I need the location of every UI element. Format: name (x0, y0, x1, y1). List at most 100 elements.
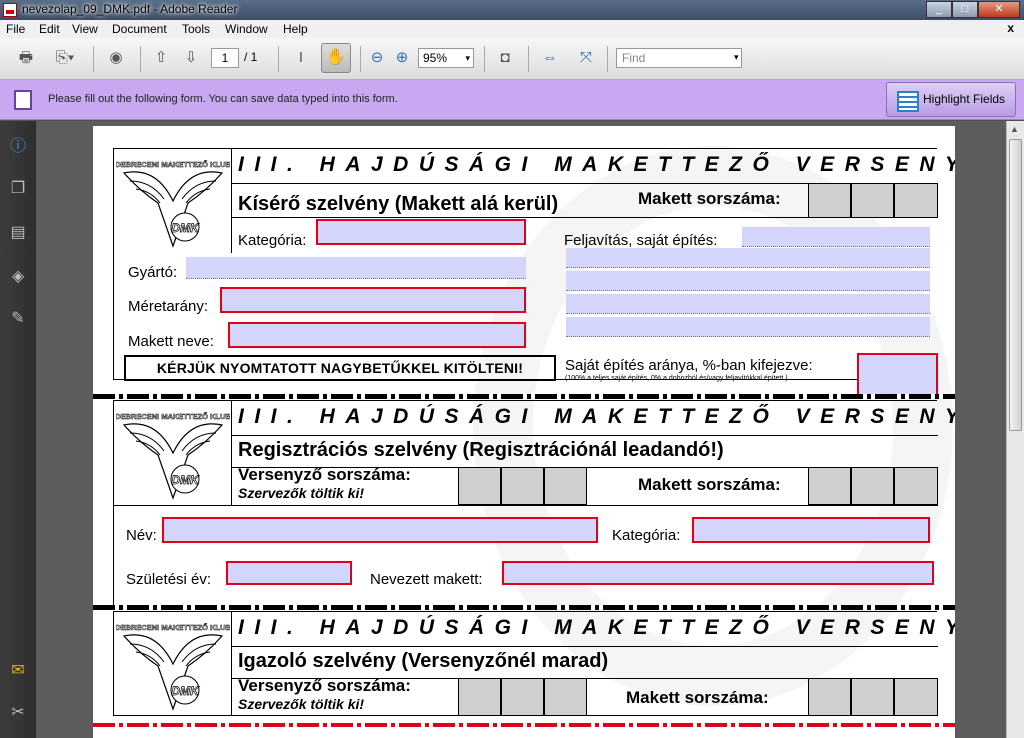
collaborate-icon[interactable]: ◉ (105, 47, 127, 69)
previous-page-icon[interactable]: ⇧ (150, 47, 172, 69)
versenyzo-sorszama-box (544, 467, 587, 505)
attachment-clip-icon[interactable]: ✂ (8, 703, 28, 723)
sajat-label: Saját építés aránya, %-ban kifejezve: (565, 357, 813, 374)
zoom-value: 95% (423, 51, 448, 65)
highlight-fields-button[interactable]: Highlight Fields (886, 82, 1016, 117)
versenyzo-sorszama-box (501, 467, 544, 505)
title-bar: nevezolap_09_DMK.pdf - Adobe Reader _ □ … (0, 0, 1024, 20)
makett-sorszama-box (808, 183, 851, 218)
szuletesi-ev-label: Születési év: (126, 571, 212, 588)
pdf-icon (3, 3, 17, 17)
regisztracios-title: Regisztrációs szelvény (Regisztrációnál … (238, 439, 724, 461)
menu-edit[interactable]: Edit (39, 22, 60, 36)
select-tool-icon[interactable]: I (290, 47, 312, 69)
menu-help[interactable]: Help (283, 22, 308, 36)
feljavitas-line[interactable] (566, 294, 930, 314)
versenyzo-sorszama-box (501, 678, 544, 716)
logo-badge: DMK (171, 684, 200, 698)
attachments-icon[interactable]: ▤ (8, 223, 28, 243)
toolbar: 🖶 ⎘▾ ◉ ⇧ ⇩ 1 / 1 I ✋ ⊖ ⊕ 95% ▾ ◘ ⇔ ⤧ Find… (0, 38, 1024, 80)
scrollbar-thumb[interactable] (1009, 139, 1022, 431)
logo-text: DEBRECENI MAKETTEZŐ KLUB (116, 412, 230, 421)
cut-line (93, 394, 955, 399)
next-page-icon[interactable]: ⇩ (180, 47, 202, 69)
kategoria-label: Kategória: (238, 232, 307, 249)
fit-page-icon[interactable]: ⤧ (575, 47, 597, 69)
signatures-icon[interactable]: ✎ (8, 309, 28, 329)
menu-tools[interactable]: Tools (182, 22, 210, 36)
menu-view[interactable]: View (72, 22, 98, 36)
hand-tool-icon[interactable]: ✋ (321, 43, 351, 73)
feljavitas-line[interactable] (566, 271, 930, 291)
competition-heading: III. HAJDÚSÁGI MAKETTEZŐ VERSENY (238, 153, 955, 176)
club-logo: DEBRECENI MAKETTEZŐ KLUB DMK (114, 149, 232, 253)
makett-sorszama-box (894, 678, 938, 716)
pages-icon[interactable]: ❐ (8, 179, 28, 199)
fit-width-icon[interactable]: ⇔ (539, 47, 561, 69)
feljavitas-line[interactable] (566, 248, 930, 268)
makett-sorszama-box (894, 467, 938, 505)
makett-sorszama-label: Makett sorszáma: (638, 475, 781, 494)
nev-input[interactable] (162, 517, 598, 543)
kategoria-input[interactable] (692, 517, 930, 543)
feljavitas-line[interactable] (566, 317, 930, 337)
competition-heading: III. HAJDÚSÁGI MAKETTEZŐ VERSENY (238, 405, 955, 428)
zoom-in-icon[interactable]: ⊕ (391, 47, 413, 69)
find-input[interactable]: Find (616, 48, 742, 68)
vertical-scrollbar[interactable]: ▲ (1006, 121, 1024, 738)
menu-document[interactable]: Document (112, 22, 167, 36)
makett-neve-input[interactable] (228, 322, 526, 348)
logo-badge: DMK (171, 473, 200, 487)
notice-box: KÉRJÜK NYOMTATOTT NAGYBETŰKKEL KITÖLTENI… (124, 355, 556, 381)
snapshot-icon[interactable]: ◘ (494, 47, 516, 69)
zoom-out-icon[interactable]: ⊖ (366, 47, 388, 69)
igazolo-title: Igazoló szelvény (Versenyzőnél marad) (238, 650, 609, 672)
nevezett-makett-label: Nevezett makett: (370, 571, 483, 588)
menu-file[interactable]: File (6, 22, 25, 36)
close-document-icon[interactable]: x (1007, 21, 1014, 35)
nevezett-makett-input[interactable] (502, 561, 934, 585)
print-icon[interactable]: 🖶 (15, 47, 37, 69)
makett-sorszama-box (851, 467, 894, 505)
club-logo: DEBRECENI MAKETTEZŐ KLUB DMK (114, 401, 232, 505)
makett-neve-label: Makett neve: (128, 333, 214, 350)
minimize-button[interactable]: _ (926, 1, 952, 18)
kisero-section: DEBRECENI MAKETTEZŐ KLUB DMK III. HAJDÚS… (113, 148, 955, 397)
menu-window[interactable]: Window (225, 22, 268, 36)
makett-sorszama-box (894, 183, 938, 218)
sajat-epites-input[interactable] (857, 353, 938, 397)
makett-sorszama-label: Makett sorszáma: (638, 189, 781, 208)
pdf-page: DEBRECENI MAKETTEZŐ KLUB DMK III. HAJDÚS… (93, 126, 955, 738)
meretarany-input[interactable] (220, 287, 526, 313)
maximize-button[interactable]: □ (952, 1, 978, 18)
feljavitas-input[interactable] (742, 227, 930, 247)
regisztracios-section: DEBRECENI MAKETTEZŐ KLUB DMK III. HAJDÚS… (113, 400, 955, 608)
competition-heading: III. HAJDÚSÁGI MAKETTEZŐ VERSENY (238, 616, 955, 639)
menu-bar: File Edit View Document Tools Window Hel… (0, 20, 1024, 38)
kategoria-label: Kategória: (612, 527, 681, 544)
szervezok-note: Szervezők töltik ki! (238, 696, 365, 712)
makett-sorszama-box (851, 183, 894, 218)
logo-text: DEBRECENI MAKETTEZŐ KLUB (116, 160, 230, 169)
close-button[interactable]: ✕ (978, 1, 1020, 18)
find-dropdown-icon[interactable]: ▾ (734, 52, 739, 63)
cut-line-red (93, 723, 955, 727)
kategoria-input[interactable] (316, 219, 526, 245)
zoom-select[interactable]: 95% ▾ (418, 48, 474, 68)
comments-icon[interactable]: ✉ (8, 661, 28, 681)
szuletesi-ev-input[interactable] (226, 561, 352, 585)
makett-sorszama-box (851, 678, 894, 716)
layers-icon[interactable]: ◈ (8, 267, 28, 287)
info-icon[interactable]: ⓘ (8, 137, 28, 157)
page-number-input[interactable]: 1 (211, 48, 239, 68)
navigation-sidebar: ⓘ ❐ ▤ ◈ ✎ ✉ ✂ (0, 121, 36, 738)
gyarto-input[interactable] (186, 257, 526, 279)
share-icon[interactable]: ⎘▾ (50, 47, 80, 69)
window-title: nevezolap_09_DMK.pdf - Adobe Reader (22, 2, 238, 16)
form-notification-bar: Please fill out the following form. You … (0, 80, 1024, 120)
igazolo-section: DEBRECENI MAKETTEZŐ KLUB DMK III. HAJDÚS… (113, 611, 955, 716)
form-message: Please fill out the following form. You … (48, 93, 398, 105)
scroll-up-icon[interactable]: ▲ (1010, 124, 1019, 134)
club-logo: DEBRECENI MAKETTEZŐ KLUB DMK (114, 612, 232, 716)
makett-sorszama-box (808, 467, 851, 505)
